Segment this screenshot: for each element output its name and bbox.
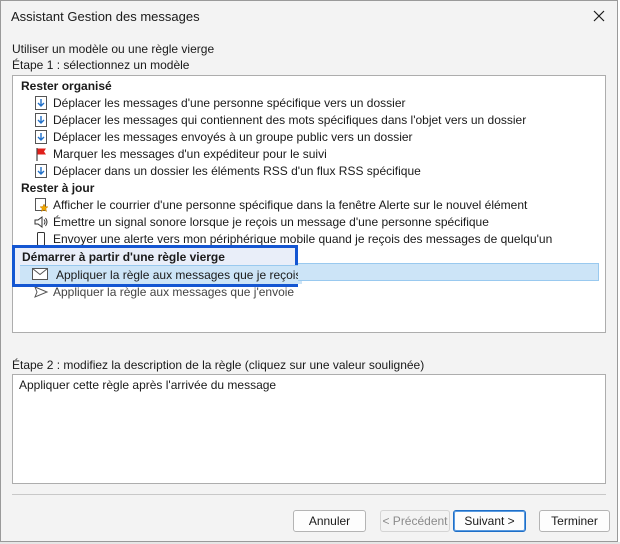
finish-button[interactable]: Terminer <box>539 510 610 532</box>
move-to-folder-icon <box>35 113 47 127</box>
list-item[interactable]: Marquer les messages d'un expéditeur pou… <box>21 146 599 163</box>
close-button[interactable] <box>585 3 613 29</box>
rule-description-box[interactable]: Appliquer cette règle après l'arrivée du… <box>12 374 606 484</box>
step2-label: Étape 2 : modifiez la description de la … <box>12 358 425 372</box>
group-header-stay-organized: Rester organisé <box>21 79 112 93</box>
list-item[interactable]: Déplacer les messages d'une personne spé… <box>21 95 599 112</box>
move-to-folder-icon <box>35 96 47 110</box>
list-item-label: Émettre un signal sonore lorsque je reço… <box>53 215 489 229</box>
list-item[interactable]: Déplacer dans un dossier les éléments RS… <box>21 163 599 180</box>
list-item-label: Déplacer les messages envoyés à un group… <box>53 130 413 144</box>
highlight-frame: Démarrer à partir d'une règle vierge App… <box>12 245 302 287</box>
close-icon <box>593 10 605 22</box>
list-item-selected[interactable]: Appliquer la règle aux messages que je r… <box>20 265 302 284</box>
window-title: Assistant Gestion des messages <box>11 9 200 24</box>
alert-star-icon <box>35 198 49 213</box>
list-item-label: Appliquer la règle aux messages que j'en… <box>53 285 295 299</box>
cancel-button[interactable]: Annuler <box>293 510 366 532</box>
envelope-icon <box>32 268 48 280</box>
intro-label: Utiliser un modèle ou une règle vierge <box>12 42 215 56</box>
red-flag-icon <box>36 148 46 161</box>
list-item-label: Déplacer dans un dossier les éléments RS… <box>53 164 421 178</box>
step1-label: Étape 1 : sélectionnez un modèle <box>12 58 190 72</box>
rules-wizard-dialog: Assistant Gestion des messages Utiliser … <box>0 0 618 542</box>
list-item[interactable]: Déplacer les messages envoyés à un group… <box>21 129 599 146</box>
footer-separator <box>12 494 606 495</box>
list-item-label: Déplacer les messages d'une personne spé… <box>53 96 406 110</box>
list-item[interactable]: Déplacer les messages qui contiennent de… <box>21 112 599 129</box>
move-to-folder-icon <box>35 130 47 144</box>
list-item-label: Déplacer les messages qui contiennent de… <box>53 113 527 127</box>
previous-button[interactable]: < Précédent <box>380 510 450 532</box>
selection-row-extension[interactable] <box>298 263 599 281</box>
list-item[interactable]: Émettre un signal sonore lorsque je reço… <box>21 214 599 231</box>
move-to-folder-icon <box>35 164 47 178</box>
template-list[interactable]: Rester organisé Déplacer les messages d'… <box>12 75 606 333</box>
list-item-label: Envoyer une alerte vers mon périphérique… <box>53 232 553 246</box>
rule-description-text: Appliquer cette règle après l'arrivée du… <box>19 378 277 392</box>
list-item-label: Marquer les messages d'un expéditeur pou… <box>53 147 327 161</box>
speaker-icon <box>34 216 48 228</box>
title-bar: Assistant Gestion des messages <box>1 1 617 33</box>
list-item[interactable]: Afficher le courrier d'une personne spéc… <box>21 197 599 214</box>
group-header-blank-rule: Démarrer à partir d'une règle vierge <box>22 250 225 264</box>
list-item-label: Appliquer la règle aux messages que je r… <box>56 268 302 282</box>
group-header-stay-up-to-date: Rester à jour <box>21 181 95 195</box>
list-item-label: Afficher le courrier d'une personne spéc… <box>53 198 528 212</box>
next-button[interactable]: Suivant > <box>453 510 526 532</box>
